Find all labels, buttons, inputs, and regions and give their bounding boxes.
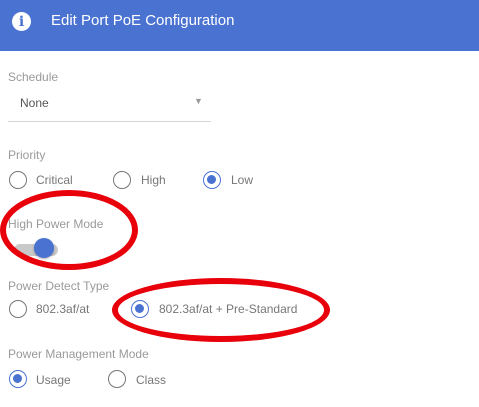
- power-management-mode-label: Power Management Mode: [8, 347, 149, 361]
- power-detect-type-label: Power Detect Type: [8, 279, 110, 293]
- schedule-value: None: [20, 96, 49, 110]
- priority-critical-label[interactable]: Critical: [36, 173, 73, 187]
- priority-low-radio[interactable]: [203, 171, 221, 189]
- dialog-header: i Edit Port PoE Configuration: [0, 0, 479, 51]
- schedule-select[interactable]: None ▼: [8, 87, 211, 122]
- power-management-class-label[interactable]: Class: [136, 373, 166, 387]
- priority-low-label[interactable]: Low: [231, 173, 253, 187]
- info-icon: i: [12, 12, 31, 31]
- chevron-down-icon: ▼: [194, 96, 203, 106]
- annotation-ellipse-high-power: [0, 190, 138, 270]
- priority-high-label[interactable]: High: [141, 173, 166, 187]
- priority-critical-radio[interactable]: [9, 171, 27, 189]
- priority-label: Priority: [8, 148, 46, 162]
- power-detect-8023afat-radio[interactable]: [9, 300, 27, 318]
- annotation-ellipse-pre-standard: [112, 278, 330, 342]
- schedule-label: Schedule: [8, 70, 59, 84]
- power-management-class-radio[interactable]: [108, 370, 126, 388]
- priority-high-radio[interactable]: [113, 171, 131, 189]
- power-detect-8023afat-label[interactable]: 802.3af/at: [36, 302, 89, 316]
- power-management-usage-label[interactable]: Usage: [36, 373, 71, 387]
- power-management-usage-radio[interactable]: [9, 370, 27, 388]
- dialog-title: Edit Port PoE Configuration: [51, 12, 235, 29]
